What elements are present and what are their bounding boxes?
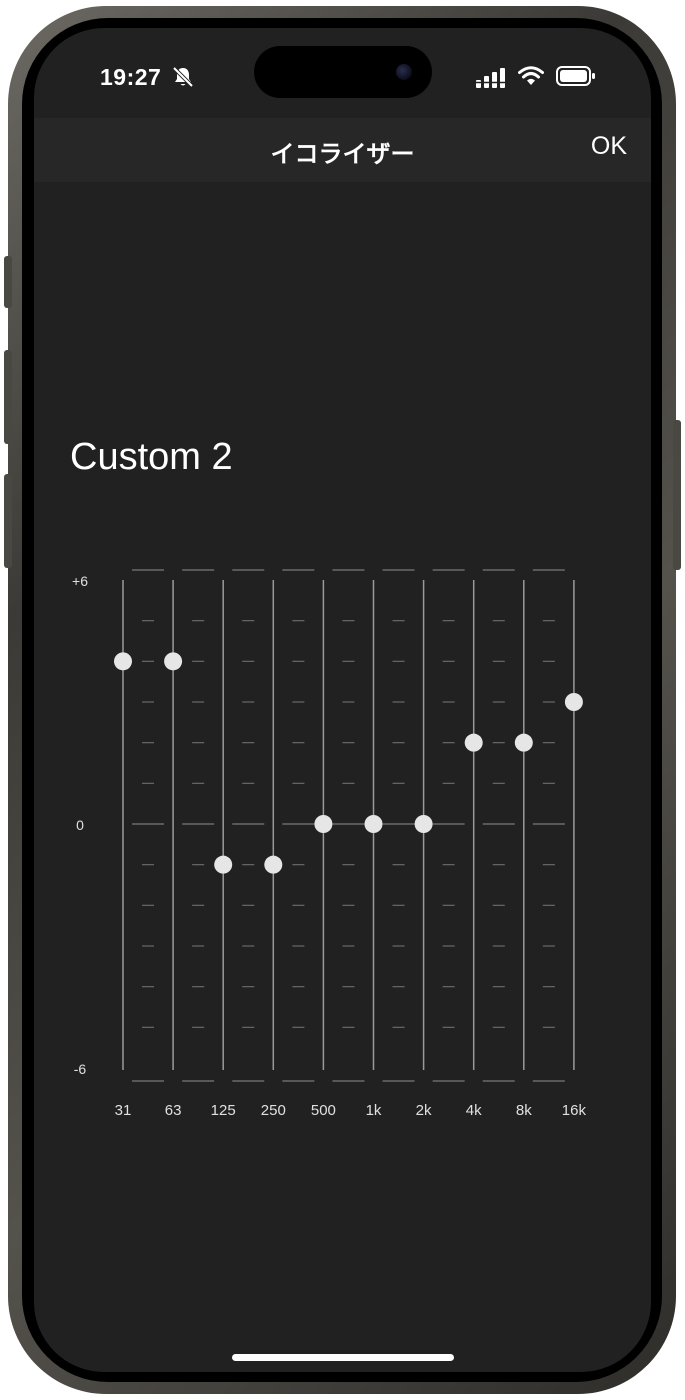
eq-band-250: 250	[261, 580, 286, 1118]
eq-band-label: 125	[211, 1102, 236, 1118]
eq-band-label: 63	[165, 1102, 182, 1118]
eq-slider-knob[interactable]	[164, 652, 183, 671]
dynamic-island	[254, 46, 432, 98]
power-button	[673, 420, 681, 570]
cellular-signal-icon	[476, 68, 506, 88]
eq-band-16k: 16k	[562, 580, 587, 1118]
front-camera	[396, 64, 412, 80]
bell-off-icon	[172, 66, 194, 88]
eq-slider-knob[interactable]	[364, 815, 383, 833]
eq-slider-knob[interactable]	[564, 693, 583, 711]
eq-slider-knob[interactable]	[314, 815, 333, 833]
eq-band-label: 250	[261, 1102, 286, 1118]
volume-down-button	[4, 474, 12, 568]
eq-band-label: 1k	[366, 1102, 382, 1118]
eq-band-31: 31	[114, 580, 132, 1118]
eq-band-1k: 1k	[364, 580, 383, 1118]
eq-band-4k: 4k	[464, 580, 483, 1118]
equalizer-chart: +6 0 -6 31 63 125 250 500 1k 2k 4k 8k 16k	[72, 569, 587, 1118]
page-title: イコライザー	[270, 141, 415, 168]
status-time: 19:27	[100, 64, 162, 90]
eq-slider-knob[interactable]	[214, 855, 233, 874]
preset-name: Custom 2	[70, 436, 233, 478]
ok-button[interactable]: OK	[591, 132, 627, 161]
volume-up-button	[4, 350, 12, 444]
eq-slider-knob[interactable]	[414, 815, 433, 833]
battery-icon	[556, 66, 595, 86]
eq-band-label: 31	[115, 1102, 132, 1118]
eq-band-500: 500	[311, 580, 336, 1118]
action-button	[4, 256, 12, 308]
eq-band-label: 16k	[562, 1102, 587, 1118]
wifi-icon	[518, 66, 544, 85]
y-label-zero: 0	[76, 817, 84, 833]
eq-band-label: 2k	[416, 1102, 432, 1118]
eq-band-2k: 2k	[414, 580, 433, 1118]
eq-band-8k: 8k	[514, 580, 533, 1118]
y-label-max: +6	[72, 573, 88, 589]
eq-band-63: 63	[164, 580, 183, 1118]
app-screen: 19:27 イコライザー OK Custom 2 +6 0 -6 31 63 1…	[34, 28, 651, 1372]
eq-slider-knob[interactable]	[514, 733, 533, 752]
home-indicator[interactable]	[232, 1354, 454, 1361]
eq-grid	[132, 569, 565, 1082]
eq-band-label: 8k	[516, 1102, 532, 1118]
status-bar: 19:27	[34, 28, 651, 128]
eq-slider-knob[interactable]	[464, 733, 483, 752]
navigation-bar: イコライザー OK	[34, 118, 651, 182]
eq-band-label: 500	[311, 1102, 336, 1118]
y-label-min: -6	[74, 1061, 87, 1077]
eq-slider-knob[interactable]	[264, 855, 283, 874]
eq-band-label: 4k	[466, 1102, 482, 1118]
eq-band-125: 125	[211, 580, 236, 1118]
eq-slider-knob[interactable]	[114, 652, 132, 671]
